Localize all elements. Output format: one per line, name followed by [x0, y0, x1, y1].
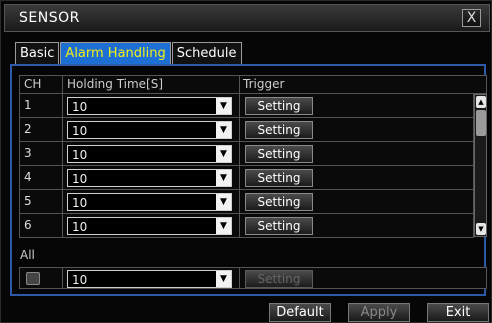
holding-time-select[interactable]: 10 ▼	[67, 121, 232, 139]
chevron-down-icon[interactable]: ▼	[216, 146, 231, 162]
table-row: 3 10 ▼ Setting	[19, 142, 474, 166]
holding-time-select[interactable]: 10 ▼	[67, 169, 232, 187]
table-scrollbar[interactable]: ▲ ▼	[474, 94, 487, 237]
trigger-setting-button[interactable]: Setting	[245, 193, 313, 211]
row-ch: 3	[24, 146, 32, 160]
row-ch: 2	[24, 122, 32, 136]
holding-time-select[interactable]: 10 ▼	[67, 145, 232, 163]
chevron-down-icon[interactable]: ▼	[216, 218, 231, 234]
table-row: 4 10 ▼ Setting	[19, 166, 474, 190]
all-checkbox[interactable]	[26, 272, 40, 285]
header-ch: CH	[24, 77, 42, 91]
chevron-down-icon[interactable]: ▼	[216, 122, 231, 138]
trigger-setting-button[interactable]: Setting	[245, 217, 313, 235]
default-button[interactable]: Default	[269, 303, 331, 322]
all-label: All	[20, 248, 35, 262]
close-button[interactable]: X	[462, 9, 481, 27]
chevron-down-icon[interactable]: ▼	[216, 98, 231, 114]
row-ch: 6	[24, 218, 32, 232]
sensor-dialog: SENSOR X Basic Alarm Handling Schedule C…	[0, 0, 492, 323]
chevron-down-icon[interactable]: ▼	[216, 271, 231, 287]
tab-alarm-handling[interactable]: Alarm Handling	[60, 42, 171, 64]
dialog-title: SENSOR	[19, 10, 80, 26]
trigger-setting-button[interactable]: Setting	[245, 169, 313, 187]
holding-time-select[interactable]: 10 ▼	[67, 97, 232, 115]
sensor-table: CH Holding Time[S] Trigger 1 10 ▼ Setting…	[19, 75, 487, 238]
alarm-handling-panel: CH Holding Time[S] Trigger 1 10 ▼ Setting…	[10, 64, 487, 296]
chevron-down-icon[interactable]: ▼	[216, 194, 231, 210]
apply-button[interactable]: Apply	[348, 303, 410, 322]
header-holding-time: Holding Time[S]	[67, 77, 164, 91]
all-trigger-setting-button[interactable]: Setting	[245, 270, 313, 288]
row-ch: 4	[24, 170, 32, 184]
holding-time-select[interactable]: 10 ▼	[67, 217, 232, 235]
table-row: 2 10 ▼ Setting	[19, 118, 474, 142]
trigger-setting-button[interactable]: Setting	[245, 121, 313, 139]
all-row: 10 ▼ Setting	[19, 267, 487, 289]
trigger-setting-button[interactable]: Setting	[245, 145, 313, 163]
table-row: 5 10 ▼ Setting	[19, 190, 474, 214]
title-bar: SENSOR X	[4, 4, 490, 32]
scroll-up-icon[interactable]: ▲	[476, 96, 486, 108]
table-row: 1 10 ▼ Setting	[19, 94, 474, 118]
chevron-down-icon[interactable]: ▼	[216, 170, 231, 186]
trigger-setting-button[interactable]: Setting	[245, 97, 313, 115]
table-header: CH Holding Time[S] Trigger	[19, 75, 487, 94]
tab-bar: Basic Alarm Handling Schedule	[15, 42, 243, 64]
row-ch: 1	[24, 98, 32, 112]
scrollbar-thumb[interactable]	[476, 110, 486, 136]
tab-schedule[interactable]: Schedule	[171, 42, 242, 64]
row-ch: 5	[24, 194, 32, 208]
scroll-down-icon[interactable]: ▼	[476, 223, 486, 235]
all-holding-time-select[interactable]: 10 ▼	[67, 270, 232, 288]
exit-button[interactable]: Exit	[427, 303, 489, 322]
table-row: 6 10 ▼ Setting	[19, 214, 474, 238]
holding-time-select[interactable]: 10 ▼	[67, 193, 232, 211]
header-trigger: Trigger	[243, 77, 285, 91]
tab-basic[interactable]: Basic	[15, 42, 60, 64]
